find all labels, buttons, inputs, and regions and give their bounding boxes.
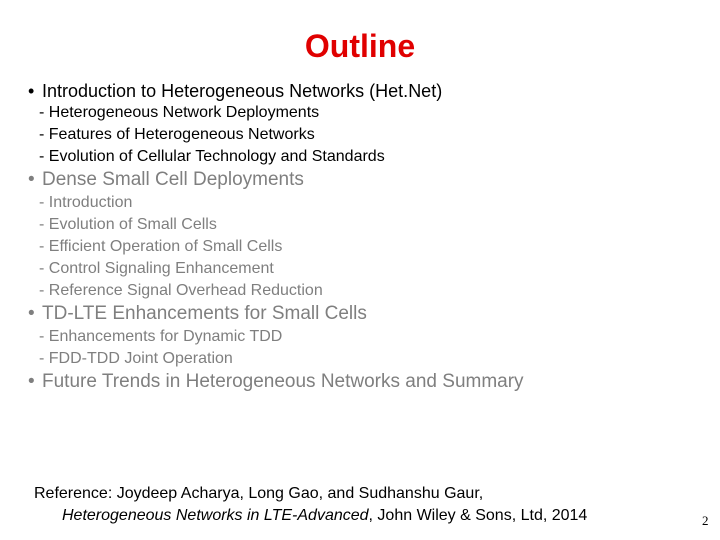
sub-item: - Evolution of Small Cells (39, 216, 217, 233)
bullet-icon: • (28, 371, 35, 392)
outline-section-introduction: • Introduction to Heterogeneous Networks… (28, 80, 708, 168)
bullet-icon: • (28, 169, 35, 190)
reference-citation: Reference: Joydeep Acharya, Long Gao, an… (34, 483, 587, 527)
slide-title-text: Outline (304, 28, 416, 64)
section-heading-text: Future Trends in Heterogeneous Networks … (42, 371, 524, 392)
section-heading-text: Dense Small Cell Deployments (42, 169, 304, 190)
section-heading: • Future Trends in Heterogeneous Network… (28, 370, 708, 394)
slide-title: Outline (0, 26, 720, 66)
section-heading: • Introduction to Heterogeneous Networks… (28, 80, 708, 102)
page-number: 2 (702, 513, 709, 528)
sub-item: - FDD-TDD Joint Operation (39, 350, 233, 367)
sub-item: - Enhancements for Dynamic TDD (39, 328, 283, 345)
section-heading: • TD-LTE Enhancements for Small Cells (28, 302, 708, 326)
sub-item: - Evolution of Cellular Technology and S… (39, 148, 385, 165)
sub-item: - Control Signaling Enhancement (39, 260, 274, 277)
section-heading: • Dense Small Cell Deployments (28, 168, 708, 192)
section-heading-text: TD-LTE Enhancements for Small Cells (42, 303, 367, 324)
sub-item: - Heterogeneous Network Deployments (39, 104, 320, 121)
outline-list: • Introduction to Heterogeneous Networks… (28, 80, 708, 394)
book-title: Heterogeneous Networks in LTE-Advanced (62, 507, 369, 524)
reference-line-1: Reference: Joydeep Acharya, Long Gao, an… (34, 485, 484, 502)
sub-item: - Reference Signal Overhead Reduction (39, 282, 323, 299)
section-heading-text: Introduction to Heterogeneous Networks (… (42, 81, 443, 101)
outline-section-dense-small-cells: • Dense Small Cell Deployments - Introdu… (28, 168, 708, 302)
sub-item: - Efficient Operation of Small Cells (39, 238, 283, 255)
outline-section-td-lte: • TD-LTE Enhancements for Small Cells - … (28, 302, 708, 370)
sub-item: - Introduction (39, 194, 133, 211)
publisher-info: , John Wiley & Sons, Ltd, 2014 (368, 507, 588, 524)
bullet-icon: • (28, 81, 35, 101)
reference-line-2: Heterogeneous Networks in LTE-Advanced, … (34, 505, 587, 527)
outline-section-future-trends: • Future Trends in Heterogeneous Network… (28, 370, 708, 394)
sub-item: - Features of Heterogeneous Networks (39, 126, 315, 143)
bullet-icon: • (28, 303, 35, 324)
